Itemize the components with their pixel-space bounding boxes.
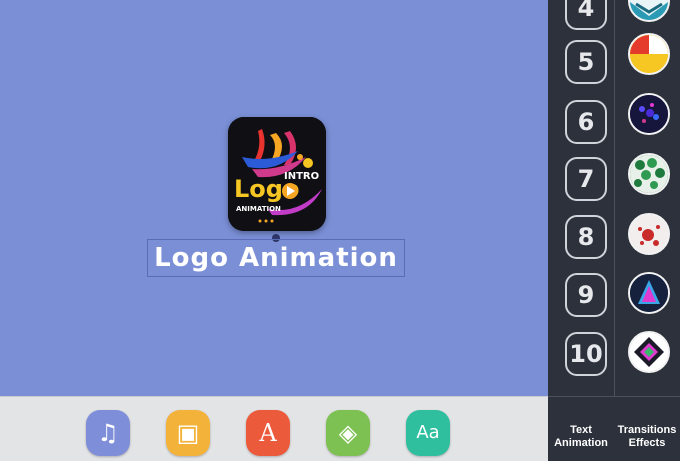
text-animation-list: 4 5 6 7 8 9 10 bbox=[548, 0, 614, 396]
font-button[interactable]: A bbox=[246, 410, 290, 456]
logo-title-box[interactable]: Logo Animation bbox=[147, 239, 405, 277]
text-animation-8[interactable]: 8 bbox=[565, 215, 607, 259]
animation-word: ANIMATION bbox=[236, 205, 281, 213]
logo-intro-animation-icon[interactable]: Logo INTRO ANIMATION bbox=[228, 117, 326, 231]
sidebar-divider bbox=[614, 0, 615, 396]
text-animation-9[interactable]: 9 bbox=[565, 273, 607, 317]
music-button[interactable]: ♫ bbox=[86, 410, 130, 456]
text-animation-6[interactable]: 6 bbox=[565, 100, 607, 144]
text-style-icon: Aa bbox=[416, 422, 440, 443]
shards-effect[interactable] bbox=[628, 272, 670, 314]
particles-effect[interactable] bbox=[628, 93, 670, 135]
text-animation-7[interactable]: 7 bbox=[565, 157, 607, 201]
text-animation-10[interactable]: 10 bbox=[565, 332, 607, 376]
text-animation-4[interactable]: 4 bbox=[565, 0, 607, 30]
gallery-icon: ▣ bbox=[176, 419, 200, 447]
text-animation-tab[interactable]: Text Animation bbox=[548, 424, 614, 450]
gallery-button[interactable]: ▣ bbox=[166, 410, 210, 456]
logo-title-text: Logo Animation bbox=[154, 243, 398, 273]
intro-word: INTRO bbox=[284, 171, 319, 182]
music-icon: ♫ bbox=[97, 419, 119, 447]
text-style-button[interactable]: Aa bbox=[406, 410, 450, 456]
font-icon: A bbox=[259, 419, 277, 447]
diamond-effect[interactable] bbox=[628, 331, 670, 373]
green-dots-effect[interactable] bbox=[628, 153, 670, 195]
transitions-effects-tab[interactable]: Transitions Effects bbox=[614, 424, 680, 450]
text-animation-5[interactable]: 5 bbox=[565, 40, 607, 84]
paint-bucket-icon: ◈ bbox=[338, 419, 358, 447]
pie-effect[interactable] bbox=[628, 33, 670, 75]
red-splash-effect[interactable] bbox=[628, 213, 670, 255]
paint-bucket-button[interactable]: ◈ bbox=[326, 410, 370, 456]
